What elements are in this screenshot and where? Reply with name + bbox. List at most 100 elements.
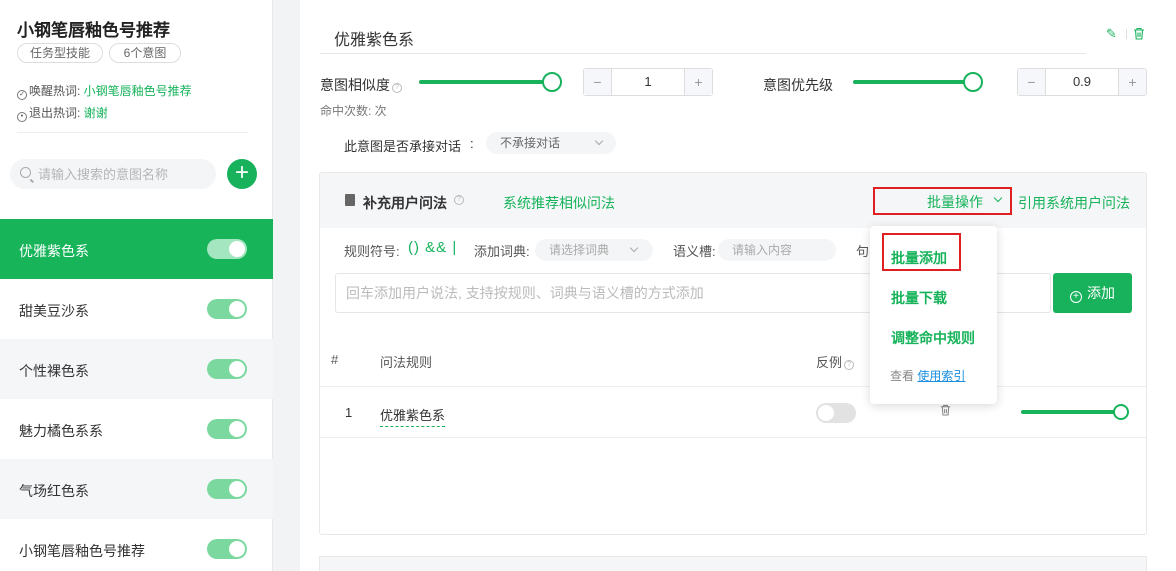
similarity-slider-knob[interactable] — [542, 72, 562, 92]
priority-slider-knob[interactable] — [963, 72, 983, 92]
row-weight-slider[interactable] — [1021, 404, 1129, 420]
col-negative-header: 反例? — [816, 352, 855, 371]
sidebar-item-intent[interactable]: 魅力橘色系系 — [0, 399, 273, 459]
help-icon[interactable]: ? — [454, 195, 464, 205]
intent-label: 小钢笔唇釉色号推荐 — [19, 543, 145, 559]
priority-increment-button[interactable]: + — [1118, 69, 1146, 95]
clause-label: 句 — [856, 244, 870, 259]
icon-separator — [1126, 29, 1127, 39]
priority-slider[interactable] — [853, 72, 983, 92]
add-utterance-button[interactable]: + 添加 — [1053, 273, 1132, 313]
slot-label: 语义槽: — [673, 244, 716, 259]
similarity-value[interactable]: 1 — [612, 69, 684, 95]
col-rule-header: 问法规则 — [380, 355, 433, 370]
hit-count: 命中次数: 次 — [320, 104, 387, 118]
intent-name-field[interactable]: 优雅紫色系 — [334, 26, 414, 50]
user-utterance-panel: 补充用户问法 ? 系统推荐相似问法 批量操作 引用系统用户问法 规则符号: ()… — [319, 172, 1147, 535]
negative-toggle[interactable] — [816, 403, 856, 423]
plus-circle-icon: + — [1070, 291, 1082, 303]
priority-decrement-button[interactable]: − — [1018, 69, 1046, 95]
exit-circle-icon: • — [17, 112, 27, 122]
col-negative-label: 反例 — [816, 355, 843, 370]
menu-footer-text: 查看 — [890, 369, 918, 383]
help-icon[interactable]: ? — [844, 360, 855, 370]
dialog-continue-value: 不承接对话 — [500, 136, 561, 150]
cite-system-utterance-link[interactable]: 引用系统用户问法 — [1018, 193, 1130, 213]
slot-input[interactable]: 请输入内容 — [718, 239, 836, 261]
panel-header: 补充用户问法 ? 系统推荐相似问法 批量操作 引用系统用户问法 — [320, 173, 1146, 228]
row-index: 1 — [345, 405, 353, 420]
exit-hotword-value: 谢谢 — [83, 106, 108, 120]
delete-row-icon[interactable] — [940, 404, 951, 419]
intent-label: 魅力橘色系系 — [19, 423, 103, 439]
row-weight-slider-knob[interactable] — [1113, 404, 1129, 420]
intent-label: 优雅紫色系 — [19, 243, 89, 259]
intent-search — [10, 159, 216, 189]
dict-select[interactable]: 请选择词典 — [535, 239, 653, 261]
sidebar-item-intent[interactable]: 个性裸色系 — [0, 339, 273, 399]
sidebar-item-intent[interactable]: 优雅紫色系 — [0, 219, 273, 279]
intent-toggle[interactable] — [207, 359, 247, 379]
dialog-continue-select[interactable]: 不承接对话 — [486, 132, 616, 154]
intent-label: 个性裸色系 — [19, 363, 89, 379]
sidebar-item-intent[interactable]: 小钢笔唇釉色号推荐 — [0, 519, 273, 571]
skill-title: 小钢笔唇釉色号推荐 — [17, 21, 170, 40]
priority-stepper[interactable]: − 0.9 + — [1017, 68, 1147, 96]
search-icon — [20, 167, 31, 178]
intent-label: 气场红色系 — [19, 483, 89, 499]
wake-hotword-label: 唤醒热词: — [29, 84, 84, 98]
chevron-down-icon — [629, 243, 639, 253]
next-panel — [319, 556, 1147, 571]
panel-title: 补充用户问法 — [363, 195, 447, 211]
sidebar-item-intent[interactable]: 甜美豆沙系 — [0, 279, 273, 339]
exit-hotword-label: 退出热词: — [29, 106, 84, 120]
usage-index-link[interactable]: 使用索引 — [917, 369, 965, 383]
exit-hotword: • 退出热词: 谢谢 — [17, 104, 108, 122]
intent-toggle[interactable] — [207, 539, 247, 559]
table-divider — [320, 386, 1146, 387]
batch-operation-dropdown[interactable]: 批量操作 — [927, 192, 983, 212]
dialog-continue-label: 此意图是否承接对话 — [344, 139, 462, 154]
similarity-increment-button[interactable]: + — [684, 69, 712, 95]
similarity-slider[interactable] — [419, 72, 562, 92]
sidebar-divider — [17, 132, 248, 133]
intent-toggle[interactable] — [207, 479, 247, 499]
edit-icon[interactable]: ✎ — [1106, 27, 1120, 41]
menu-footer: 查看 使用索引 — [890, 367, 965, 384]
rule-symbol-label: 规则符号: — [344, 244, 400, 259]
dialog-continue-colon: : — [470, 136, 474, 151]
sidebar-item-intent[interactable]: 气场红色系 — [0, 459, 273, 519]
intent-sidebar: 小钢笔唇釉色号推荐 任务型技能 6个意图 ✓ 唤醒热词: 小钢笔唇釉色号推荐 • 退… — [0, 0, 273, 571]
add-intent-button[interactable]: + — [227, 159, 257, 189]
intent-count-tag: 6个意图 — [109, 43, 181, 63]
chevron-down-icon — [594, 136, 604, 146]
row-rule-text[interactable]: 优雅紫色系 — [380, 405, 446, 427]
add-utterance-label: 添加 — [1087, 285, 1115, 301]
delete-icon[interactable] — [1133, 27, 1147, 41]
similarity-stepper[interactable]: − 1 + — [583, 68, 713, 96]
wake-hotword-value: 小钢笔唇釉色号推荐 — [83, 84, 192, 98]
menu-item-batch-add[interactable]: 批量添加 — [891, 248, 947, 268]
dict-select-placeholder: 请选择词典 — [549, 243, 610, 257]
similarity-label: 意图相似度? — [320, 75, 402, 95]
priority-value[interactable]: 0.9 — [1046, 69, 1118, 95]
intent-toggle[interactable] — [207, 239, 247, 259]
intent-name-underline — [320, 53, 1086, 54]
help-icon[interactable]: ? — [392, 83, 402, 93]
menu-item-batch-download[interactable]: 批量下载 — [891, 288, 947, 308]
rule-symbols[interactable]: () && | — [408, 239, 457, 256]
add-dict-label: 添加词典: — [474, 244, 530, 259]
intent-toggle[interactable] — [207, 299, 247, 319]
intent-editor: 优雅紫色系 ✎ 意图相似度? − 1 + 意图优先级 − 0.9 + 命中次数:… — [300, 0, 1176, 571]
intent-search-input[interactable] — [38, 159, 208, 189]
col-index-header: # — [331, 352, 339, 367]
intent-toggle[interactable] — [207, 419, 247, 439]
priority-label: 意图优先级 — [763, 77, 833, 93]
intent-label: 甜美豆沙系 — [19, 303, 89, 319]
similarity-decrement-button[interactable]: − — [584, 69, 612, 95]
batch-operation-menu: 批量添加 批量下载 调整命中规则 查看 使用索引 — [870, 226, 997, 404]
menu-item-adjust-hit-rules[interactable]: 调整命中规则 — [891, 328, 975, 348]
skill-type-tag: 任务型技能 — [17, 43, 103, 63]
recommend-similar-link[interactable]: 系统推荐相似问法 — [503, 193, 615, 213]
wake-hotword: ✓ 唤醒热词: 小钢笔唇釉色号推荐 — [17, 82, 192, 100]
